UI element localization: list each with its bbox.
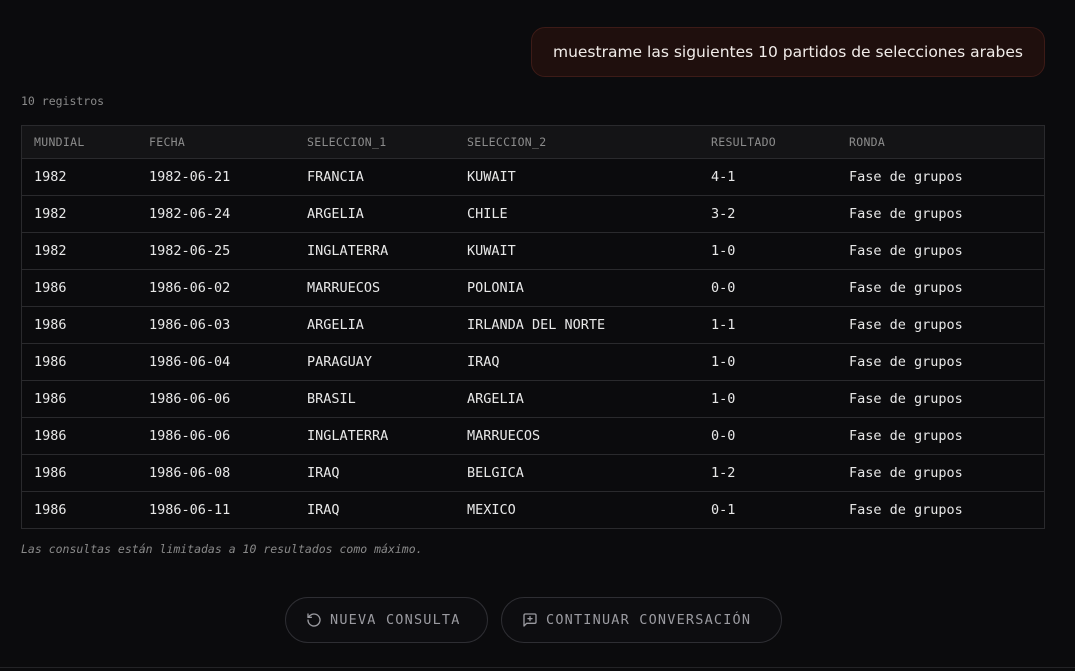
table-row: 1986 1986-06-08 IRAQ BELGICA 1-2 Fase de grup… <box>22 454 1044 491</box>
cell-ronda: Fase de grupos <box>849 464 963 481</box>
cell-mundial: 1986 <box>34 427 67 444</box>
column-header-seleccion-2: SELECCION_2 <box>467 134 547 149</box>
cell-mundial: 1986 <box>34 390 67 407</box>
chat-page: muestrame las siguientes 10 partidos de … <box>0 0 1075 671</box>
cell-mundial: 1982 <box>34 242 67 259</box>
cell-seleccion-1: INGLATERRA <box>307 242 389 259</box>
column-header-resultado: RESULTADO <box>711 134 777 149</box>
table-row: 1986 1986-06-11 IRAQ MEXICO 0-1 Fase de grupo… <box>22 491 1044 528</box>
cell-seleccion-2: POLONIA <box>467 279 524 296</box>
cell-resultado: 1-0 <box>711 353 736 370</box>
cell-fecha: 1986-06-11 <box>149 501 231 518</box>
cell-resultado: 0-0 <box>711 279 736 296</box>
cell-seleccion-1: FRANCIA <box>307 168 364 185</box>
column-header-fecha: FECHA <box>149 134 186 149</box>
cell-seleccion-1: IRAQ <box>307 501 340 518</box>
cell-seleccion-1: IRAQ <box>307 464 340 481</box>
cell-resultado: 4-1 <box>711 168 736 185</box>
results-table: MUNDIAL FECHA SELECCION_1 SELECCION_2 RE… <box>21 125 1045 529</box>
cell-seleccion-2: MARRUECOS <box>467 427 541 444</box>
table-row: 1982 1982-06-25 INGLATERRA KUWAIT 1-0 Fase de… <box>22 232 1044 269</box>
cell-seleccion-2: CHILE <box>467 205 508 222</box>
cell-fecha: 1986-06-06 <box>149 427 231 444</box>
cell-fecha: 1986-06-03 <box>149 316 231 333</box>
cell-resultado: 1-0 <box>711 242 736 259</box>
cell-ronda: Fase de grupos <box>849 427 963 444</box>
rotate-ccw-icon <box>306 612 322 628</box>
continue-conversation-button[interactable]: CONTINUAR CONVERSACIÓN <box>501 597 782 643</box>
cell-seleccion-2: ARGELIA <box>467 390 524 407</box>
cell-fecha: 1982-06-24 <box>149 205 231 222</box>
cell-ronda: Fase de grupos <box>849 279 963 296</box>
new-query-button[interactable]: NUEVA CONSULTA <box>285 597 488 643</box>
cell-ronda: Fase de grupos <box>849 390 963 407</box>
cell-seleccion-2: IRLANDA DEL NORTE <box>467 316 606 333</box>
table-row: 1986 1986-06-03 ARGELIA IRLANDA DEL NORTE 1-… <box>22 306 1044 343</box>
user-message-bubble: muestrame las siguientes 10 partidos de … <box>530 27 1045 77</box>
table-body: 1982 1982-06-21 FRANCIA KUWAIT 4-1 Fase de gr… <box>22 158 1044 528</box>
cell-seleccion-1: PARAGUAY <box>307 353 373 370</box>
table-row: 1982 1982-06-21 FRANCIA KUWAIT 4-1 Fase de gr… <box>22 158 1044 195</box>
cell-ronda: Fase de grupos <box>849 168 963 185</box>
cell-seleccion-2: IRAQ <box>467 353 500 370</box>
record-count: 10 registros <box>21 94 105 108</box>
cell-seleccion-2: KUWAIT <box>467 242 516 259</box>
cell-fecha: 1986-06-02 <box>149 279 231 296</box>
action-buttons: NUEVA CONSULTA CONTINUAR CONVERSACIÓN <box>285 597 782 643</box>
column-header-mundial: MUNDIAL <box>34 134 85 149</box>
cell-fecha: 1986-06-06 <box>149 390 231 407</box>
cell-ronda: Fase de grupos <box>849 353 963 370</box>
cell-mundial: 1982 <box>34 168 67 185</box>
cell-fecha: 1982-06-21 <box>149 168 231 185</box>
cell-ronda: Fase de grupos <box>849 501 963 518</box>
cell-resultado: 3-2 <box>711 205 736 222</box>
continue-conversation-label: CONTINUAR CONVERSACIÓN <box>546 612 752 628</box>
cell-mundial: 1986 <box>34 501 67 518</box>
cell-mundial: 1986 <box>34 353 67 370</box>
cell-ronda: Fase de grupos <box>849 242 963 259</box>
table-row: 1986 1986-06-02 MARRUECOS POLONIA 0-0 Fase de… <box>22 269 1044 306</box>
cell-mundial: 1986 <box>34 279 67 296</box>
cell-mundial: 1986 <box>34 464 67 481</box>
table-header-row: MUNDIAL FECHA SELECCION_1 SELECCION_2 RE… <box>22 126 1044 158</box>
cell-mundial: 1982 <box>34 205 67 222</box>
table-row: 1982 1982-06-24 ARGELIA CHILE 3-2 Fase de gru… <box>22 195 1044 232</box>
new-query-label: NUEVA CONSULTA <box>330 612 461 628</box>
column-header-seleccion-1: SELECCION_1 <box>307 134 387 149</box>
user-message-text: muestrame las siguientes 10 partidos de … <box>552 43 1023 61</box>
table-row: 1986 1986-06-04 PARAGUAY IRAQ 1-0 Fase de gru… <box>22 343 1044 380</box>
cell-resultado: 1-0 <box>711 390 736 407</box>
cell-seleccion-2: BELGICA <box>467 464 524 481</box>
cell-seleccion-2: KUWAIT <box>467 168 516 185</box>
cell-resultado: 1-2 <box>711 464 736 481</box>
cell-seleccion-2: MEXICO <box>467 501 516 518</box>
cell-resultado: 0-1 <box>711 501 736 518</box>
cell-seleccion-1: ARGELIA <box>307 205 364 222</box>
cell-seleccion-1: INGLATERRA <box>307 427 389 444</box>
cell-fecha: 1986-06-08 <box>149 464 231 481</box>
cell-resultado: 1-1 <box>711 316 736 333</box>
cell-mundial: 1986 <box>34 316 67 333</box>
bottom-divider <box>0 667 1075 668</box>
cell-fecha: 1982-06-25 <box>149 242 231 259</box>
cell-seleccion-1: BRASIL <box>307 390 356 407</box>
cell-seleccion-1: ARGELIA <box>307 316 364 333</box>
cell-seleccion-1: MARRUECOS <box>307 279 381 296</box>
cell-resultado: 0-0 <box>711 427 736 444</box>
table-row: 1986 1986-06-06 INGLATERRA MARRUECOS 0-0 Fase… <box>22 417 1044 454</box>
message-plus-icon <box>522 612 538 628</box>
limit-note: Las consultas están limitadas a 10 resul… <box>21 542 423 556</box>
cell-ronda: Fase de grupos <box>849 316 963 333</box>
cell-fecha: 1986-06-04 <box>149 353 231 370</box>
table-row: 1986 1986-06-06 BRASIL ARGELIA 1-0 Fase de gr… <box>22 380 1044 417</box>
cell-ronda: Fase de grupos <box>849 205 963 222</box>
column-header-ronda: RONDA <box>849 134 886 149</box>
